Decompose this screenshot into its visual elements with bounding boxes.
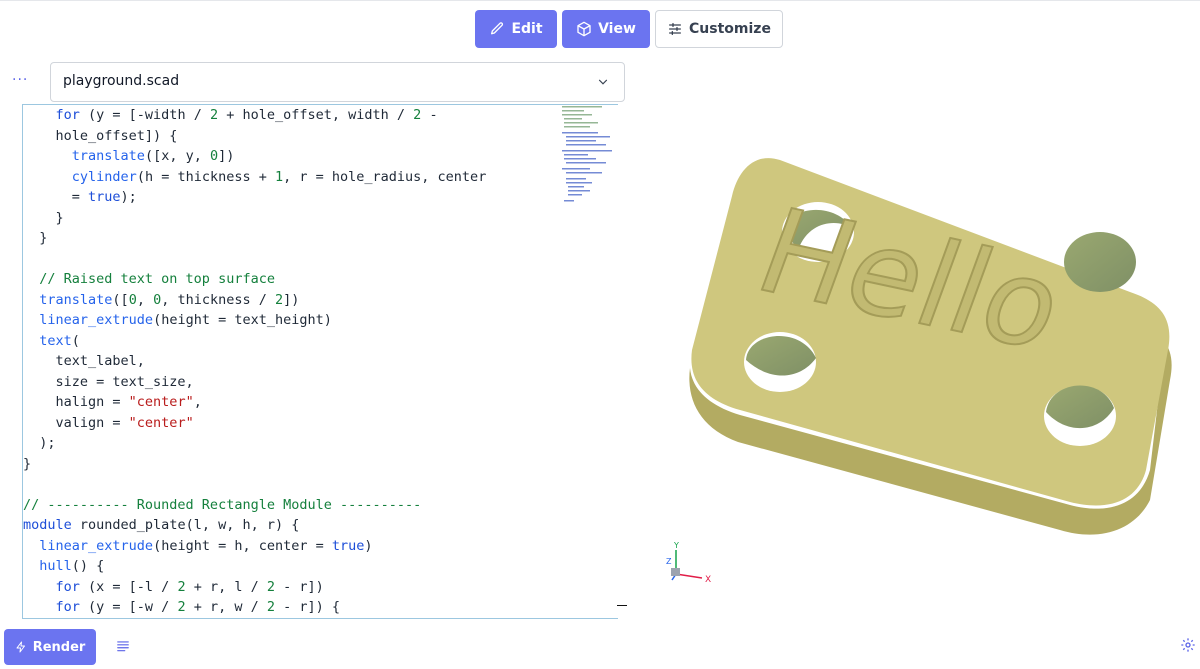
code-line[interactable]: linear_extrude(height = text_height) (23, 310, 486, 331)
code-line[interactable]: } (23, 208, 486, 229)
code-line[interactable]: // Raised text on top surface (23, 269, 486, 290)
code-line[interactable]: ); (23, 433, 486, 454)
list-icon[interactable] (116, 639, 130, 653)
code-line[interactable]: translate([0, 0, thickness / 2]) (23, 290, 486, 311)
code-line[interactable]: valign = "center" (23, 413, 486, 434)
axes-gizmo: X Y Z (666, 541, 711, 585)
edit-button[interactable]: Edit (475, 10, 557, 48)
customize-button-label: Customize (689, 21, 771, 37)
code-line[interactable] (23, 474, 486, 495)
code-line[interactable]: linear_extrude(height = h, center = true… (23, 536, 486, 557)
render-button[interactable]: Render (4, 629, 96, 665)
lightning-icon (16, 641, 25, 653)
code-line[interactable]: text_label, (23, 351, 486, 372)
code-line[interactable]: for (x = [-l / 2 + r, l / 2 - r]) (23, 577, 486, 598)
cube-icon (577, 21, 591, 37)
code-line[interactable]: } (23, 228, 486, 249)
view-button-label: View (598, 21, 636, 37)
axis-x-label: X (705, 575, 711, 585)
code-minimap[interactable] (560, 104, 622, 214)
code-line[interactable]: cylinder(h = thickness + 1, r = hole_rad… (23, 167, 487, 188)
code-line[interactable]: halign = "center", (23, 392, 486, 413)
axis-y-label: Y (673, 541, 679, 550)
customize-button[interactable]: Customize (655, 10, 783, 48)
file-select[interactable]: playground.scad (50, 62, 625, 102)
sliders-icon (669, 23, 682, 35)
code-line[interactable]: module rounded_plate(l, w, h, r) { (23, 515, 486, 536)
code-line[interactable]: hole_offset]) { (23, 126, 486, 147)
pencil-icon (491, 22, 504, 35)
top-divider (0, 0, 1200, 1)
code-line[interactable]: hull() { (23, 556, 486, 577)
file-name: playground.scad (63, 73, 180, 89)
code-line[interactable]: } (23, 454, 486, 475)
gear-icon[interactable] (1180, 637, 1196, 653)
code-line[interactable]: translate([x, y, 0]) (23, 146, 486, 167)
code-line[interactable] (23, 249, 486, 270)
axis-z-label: Z (666, 557, 672, 566)
render-button-label: Render (32, 639, 86, 655)
code-content[interactable]: for (y = [-width / 2 + hole_offset, widt… (23, 105, 486, 618)
chevron-down-icon (598, 79, 608, 85)
rounded-plate-model: Hello (689, 158, 1172, 535)
scroll-indicator (617, 605, 627, 606)
edit-button-label: Edit (511, 21, 543, 37)
code-line[interactable]: text( (23, 331, 486, 352)
code-line[interactable]: size = text_size, (23, 372, 486, 393)
code-line[interactable]: for (y = [-w / 2 + r, w / 2 - r]) { (23, 597, 486, 618)
code-line[interactable]: // ---------- Rounded Rectangle Module -… (23, 495, 486, 516)
view-button[interactable]: View (562, 10, 650, 48)
code-editor[interactable]: for (y = [-width / 2 + hole_offset, widt… (22, 104, 618, 619)
more-menu-button[interactable]: ··· (12, 72, 28, 88)
code-line[interactable]: = true); (23, 187, 486, 208)
code-line[interactable]: for (y = [-width / 2 + hole_offset, widt… (23, 105, 486, 126)
